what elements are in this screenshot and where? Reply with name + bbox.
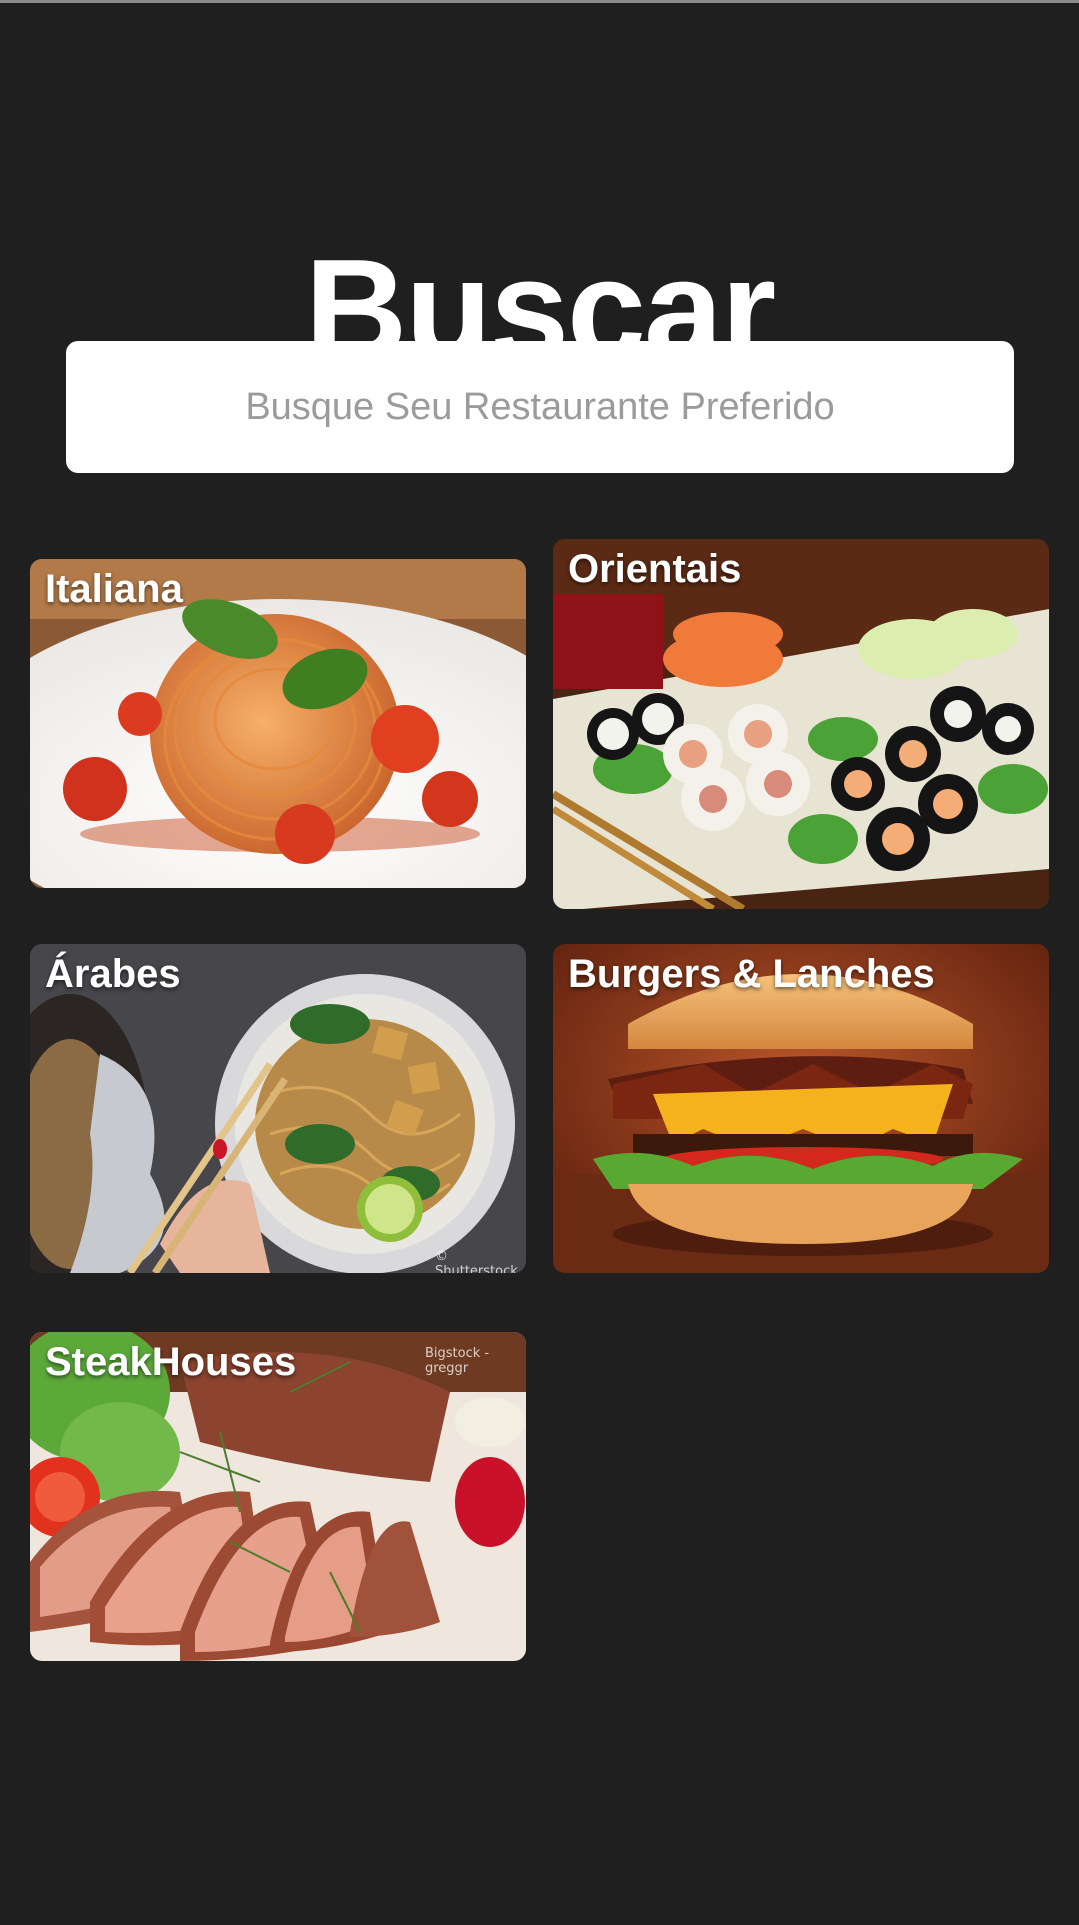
category-card-italiana[interactable]: Italiana [30,559,526,888]
category-card-orientais[interactable]: Orientais [553,539,1049,909]
top-divider [0,0,1079,3]
category-card-steakhouses[interactable]: Bigstock - greggr SteakHouses [30,1332,526,1661]
category-card-arabes[interactable]: © Shutterstock Árabes [30,944,526,1273]
category-label: Orientais [568,547,742,591]
search-input[interactable] [66,340,1014,474]
category-label: Burgers & Lanches [568,952,935,996]
image-watermark: Bigstock - greggr [425,1346,490,1376]
image-watermark: © Shutterstock [435,1249,518,1273]
search-box[interactable] [66,340,1014,474]
category-label: SteakHouses [45,1340,297,1384]
category-label: Árabes [45,952,181,996]
sushi-photo [553,539,1049,909]
category-card-burgers-lanches[interactable]: Burgers & Lanches [553,944,1049,1273]
category-label: Italiana [45,567,183,611]
